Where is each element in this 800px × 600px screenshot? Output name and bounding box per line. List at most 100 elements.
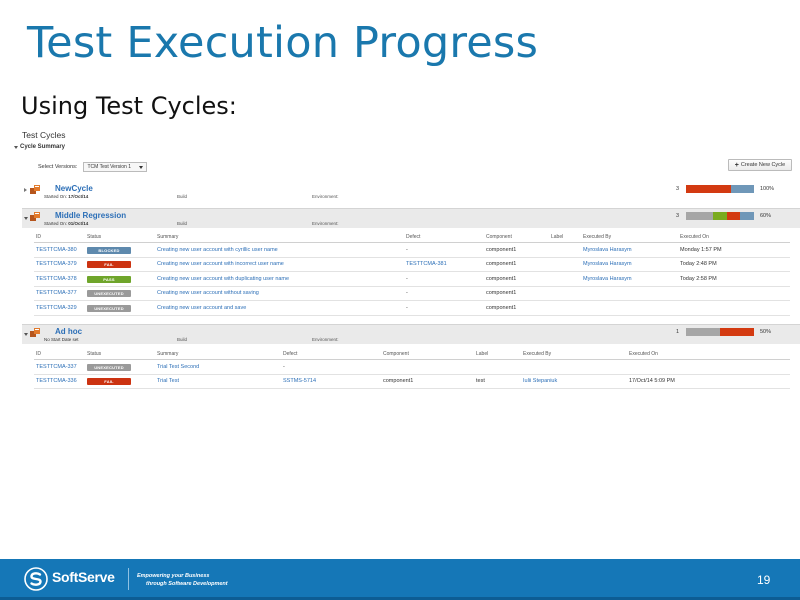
brand-name: SoftServe [52,569,115,585]
cycle-build: Build [177,221,188,226]
cycle-icon [30,185,40,194]
column-header: Summary [157,234,179,240]
cycle-count: 1 [676,329,680,335]
tagline-line-2: through Software Development [146,581,228,587]
create-new-cycle-label: Create New Cycle [740,162,786,168]
test-id-link[interactable]: TESTTCMA-337 [36,364,77,370]
cycle-count: 3 [676,186,680,192]
executions-table: ID Status Summary Defect Component Label… [34,232,790,316]
column-header: Executed By [583,234,612,240]
cycle-summary-label: Cycle Summary [20,144,66,150]
component: component1 [486,246,517,253]
status-badge[interactable]: FAIL [87,261,131,268]
collapse-icon[interactable] [24,333,28,336]
table-row: TESTTCMA-329 UNEXECUTED Creating new use… [34,301,790,316]
status-badge[interactable]: UNEXECUTED [87,363,131,371]
cycle-progress-bar [686,212,754,220]
defect: - [406,304,408,311]
brand-divider [128,568,129,590]
column-header: Executed By [523,351,552,357]
status-badge[interactable]: UNEXECUTED [87,290,131,297]
test-id-link[interactable]: TESTTCMA-377 [36,290,77,296]
test-id-link[interactable]: TESTTCMA-336 [36,378,77,384]
executed-by-link[interactable]: Myroslava Harasym [583,276,632,282]
slide-title: Test Execution Progress [27,18,539,68]
component: component1 [486,261,517,267]
slide-subtitle: Using Test Cycles: [21,92,237,120]
select-versions-label: Select Versions: [38,164,78,170]
summary-link[interactable]: Trial Test [157,378,179,384]
cycle-percent: 100% [760,186,775,192]
table-row: TESTTCMA-379 FAIL Creating new user acco… [34,258,790,272]
executed-on: Monday 1:57 PM [680,246,722,253]
progress-segment [726,212,741,220]
cycle-name[interactable]: Ad hoc [55,327,82,336]
cycle-name[interactable]: NewCycle [55,184,93,193]
status-badge[interactable]: PASS [87,275,131,283]
chevron-down-icon [14,145,18,149]
test-id-link[interactable]: TESTTCMA-329 [36,305,77,311]
table-row: TESTTCMA-378 PASS Creating new user acco… [34,272,790,287]
progress-segment [740,212,754,220]
column-header: Defect [283,351,298,357]
table-row: TESTTCMA-336 FAIL Trial Test SSTMS-5714 … [34,375,790,389]
progress-segment [730,185,754,193]
cycle-header[interactable]: Middle Regression Started On: 01/Oct/14 … [22,208,800,228]
tagline-line-1: Empowering your Business [137,573,210,579]
test-id-link[interactable]: TESTTCMA-379 [36,261,77,267]
cycle-header[interactable]: NewCycle Started On: 17/Oct/14 Build Env… [22,182,800,202]
executed-by-link[interactable]: Myroslava Harasym [583,247,632,253]
label: test [476,378,485,384]
page-number: 19 [757,573,771,587]
progress-segment [686,185,731,193]
version-filter: Select Versions: TCM Test Version 1 [38,162,148,172]
executions-table: ID Status Summary Defect Component Label… [34,349,790,389]
summary-link[interactable]: Creating new user account with incorrect… [157,261,284,267]
progress-segment [713,212,727,220]
cycle-start-date: No Start Date set [44,337,79,342]
table-row: TESTTCMA-377 UNEXECUTED Creating new use… [34,287,790,301]
cycle-header[interactable]: Ad hoc No Start Date set Build Environme… [22,324,800,344]
create-new-cycle-button[interactable]: + Create New Cycle [728,159,792,171]
column-header: Label [476,351,489,357]
defect: - [406,246,408,253]
cycle-icon [30,328,40,337]
progress-segment [720,328,754,336]
column-header: Summary [157,351,179,357]
executed-on: Today 2:58 PM [680,275,717,282]
test-id-link[interactable]: TESTTCMA-378 [36,276,77,282]
column-header: Defect [406,234,421,240]
cycle-ad-hoc: Ad hoc No Start Date set Build Environme… [22,324,800,344]
summary-link[interactable]: Creating new user account with cyrillic … [157,247,278,253]
collapse-icon[interactable] [24,217,28,220]
column-header: Component [383,351,409,357]
cycle-progress-bar [686,328,754,336]
cycle-summary-toggle[interactable]: Cycle Summary [14,144,65,150]
status-badge[interactable]: BLOCKED [87,246,131,254]
cycle-environment: Environment: [312,337,339,342]
test-id-link[interactable]: TESTTCMA-380 [36,247,77,253]
component: component1 [486,275,517,282]
progress-segment [686,212,714,220]
summary-link[interactable]: Creating new user account with duplicati… [157,276,289,282]
summary-link[interactable]: Creating new user account without saving [157,290,259,296]
table-row: TESTTCMA-337 UNEXECUTED Trial Test Secon… [34,360,790,375]
selected-version: TCM Test Version 1 [87,164,131,170]
executed-by-link[interactable]: Iulii Stepaniuk [523,378,557,384]
footer-bar [0,559,800,600]
component: component1 [486,304,517,311]
status-badge[interactable]: UNEXECUTED [87,304,131,312]
defect-link[interactable]: SSTMS-5714 [283,378,316,384]
table-header: ID Status Summary Defect Component Label… [34,349,790,360]
cycle-name[interactable]: Middle Regression [55,211,126,220]
status-badge[interactable]: FAIL [87,378,131,385]
defect: - [283,363,285,370]
summary-link[interactable]: Trial Test Second [157,364,199,370]
summary-link[interactable]: Creating new user account and save [157,305,246,311]
version-select[interactable]: TCM Test Version 1 [83,162,148,172]
defect-link[interactable]: TESTTCMA-381 [406,261,447,267]
expand-icon[interactable] [24,188,27,192]
executed-by-link[interactable]: Myroslava Harasym [583,261,632,267]
executed-on: Today 2:48 PM [680,261,717,267]
cycle-environment: Environment: [312,194,339,199]
